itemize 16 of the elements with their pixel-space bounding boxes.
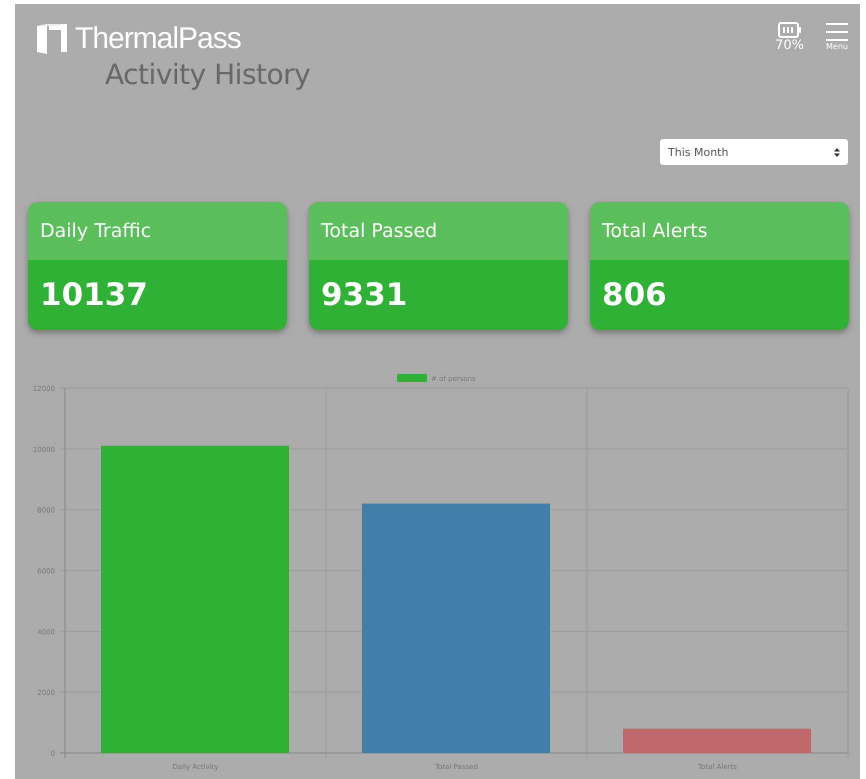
- battery-level: 70%: [775, 38, 804, 54]
- page-title: Activity History: [105, 58, 310, 91]
- brand-name: ThermalPass: [75, 22, 241, 56]
- menu-label: Menu: [826, 42, 848, 52]
- logo-icon: [35, 22, 69, 56]
- stat-value: 10137: [39, 276, 149, 315]
- stat-value: 9331: [320, 276, 408, 315]
- stat-label: Total Passed: [309, 202, 568, 260]
- stat-label: Total Alerts: [590, 202, 849, 260]
- legend-swatch: [397, 374, 427, 382]
- stat-label: Daily Traffic: [28, 202, 287, 260]
- stat-value: 806: [601, 276, 668, 315]
- period-select[interactable]: This Month: [660, 139, 848, 165]
- battery-icon: [778, 22, 802, 38]
- menu-icon[interactable]: [826, 22, 848, 42]
- sort-arrows-icon: [834, 148, 840, 156]
